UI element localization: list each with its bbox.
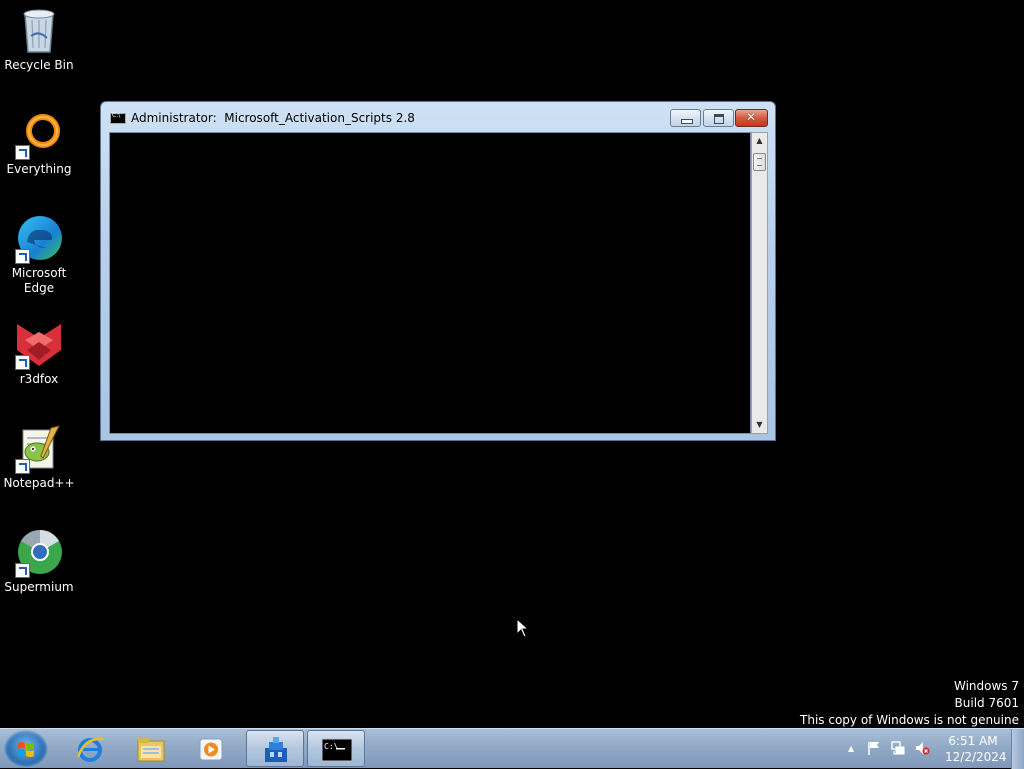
- desktop-icon-notepad-plus-plus[interactable]: Notepad++: [2, 424, 76, 491]
- volume-muted-icon[interactable]: [914, 740, 930, 756]
- scroll-down-arrow-icon[interactable]: ▼: [752, 417, 767, 433]
- scroll-up-arrow-icon[interactable]: ▲: [752, 133, 767, 149]
- desktop-icon-label: r3dfox: [19, 372, 59, 386]
- clock-date: 12/2/2024: [945, 750, 1007, 764]
- desktop-icon-label: Supermium: [4, 580, 74, 594]
- clock-time: 6:51 AM: [948, 734, 998, 748]
- file-explorer-icon: [137, 738, 165, 762]
- shortcut-arrow-icon: [15, 249, 30, 264]
- show-desktop-button[interactable]: [1011, 729, 1024, 769]
- desktop-icon-r3dfox[interactable]: r3dfox: [2, 320, 76, 387]
- scroll-thumb[interactable]: [753, 153, 766, 171]
- taskbar-file-explorer[interactable]: [122, 730, 180, 767]
- watermark-os-name: Windows 7: [953, 679, 1019, 693]
- mouse-cursor-icon: [516, 618, 530, 638]
- desktop-icon-microsoft-edge[interactable]: Microsoft Edge: [2, 214, 76, 296]
- watermark-build: Build 7601: [954, 696, 1019, 710]
- shortcut-arrow-icon: [15, 355, 30, 370]
- vertical-scrollbar[interactable]: ▲ ▼: [751, 132, 768, 434]
- taskbar-media-player[interactable]: [183, 730, 241, 767]
- shortcut-arrow-icon: [15, 563, 30, 578]
- shortcut-arrow-icon: [15, 145, 30, 160]
- media-player-icon: [199, 738, 223, 761]
- desktop-icon-recycle-bin[interactable]: Recycle Bin: [2, 6, 76, 73]
- svg-text:C:\: C:\: [324, 742, 339, 751]
- edge-icon: [13, 214, 65, 264]
- recycle-bin-icon: [13, 6, 65, 56]
- taskbar: C:\ ▴ 6:51 AM 12/2/2024: [0, 728, 1024, 769]
- start-button[interactable]: [4, 730, 48, 768]
- taskbar-internet-explorer[interactable]: [61, 730, 119, 767]
- close-button[interactable]: [735, 109, 768, 127]
- action-center-flag-icon[interactable]: [866, 740, 882, 756]
- internet-explorer-icon: [76, 737, 104, 762]
- taskbar-store-app[interactable]: [246, 730, 304, 767]
- everything-icon: [13, 110, 65, 160]
- desktop-icon-label: Recycle Bin: [4, 58, 74, 72]
- maximize-button[interactable]: [703, 109, 734, 127]
- window-titlebar[interactable]: Administrator: Microsoft_Activation_Scri…: [101, 102, 775, 132]
- shortcut-arrow-icon: [15, 459, 30, 474]
- r3dfox-icon: [13, 320, 65, 370]
- windows-watermark: Windows 7 Build 7601 This copy of Window…: [800, 678, 1019, 729]
- windows-logo-icon: [18, 742, 34, 757]
- desktop-icon-label: Notepad++: [3, 476, 75, 490]
- desktop-icon-label: Microsoft Edge: [11, 266, 67, 295]
- command-prompt-icon: C:\: [322, 738, 352, 762]
- desktop-icon-label: Everything: [6, 162, 72, 176]
- console-window[interactable]: Administrator: Microsoft_Activation_Scri…: [100, 101, 776, 441]
- system-clock[interactable]: 6:51 AM 12/2/2024: [945, 733, 1007, 765]
- show-hidden-icons-arrow-icon[interactable]: ▴: [843, 740, 859, 756]
- notepad-plus-plus-icon: [13, 424, 65, 474]
- taskbar-command-prompt[interactable]: C:\: [307, 730, 365, 767]
- command-prompt-icon: [110, 112, 126, 124]
- desktop-icon-supermium[interactable]: Supermium: [2, 528, 76, 595]
- supermium-icon: [13, 528, 65, 578]
- desktop-icon-everything[interactable]: Everything: [2, 110, 76, 177]
- window-title: Administrator: Microsoft_Activation_Scri…: [131, 111, 415, 125]
- watermark-genuine-notice: This copy of Windows is not genuine: [800, 713, 1019, 727]
- minimize-button[interactable]: [670, 109, 701, 127]
- console-output-area[interactable]: [109, 132, 751, 434]
- store-app-icon: [265, 737, 287, 762]
- network-icon[interactable]: [890, 740, 906, 756]
